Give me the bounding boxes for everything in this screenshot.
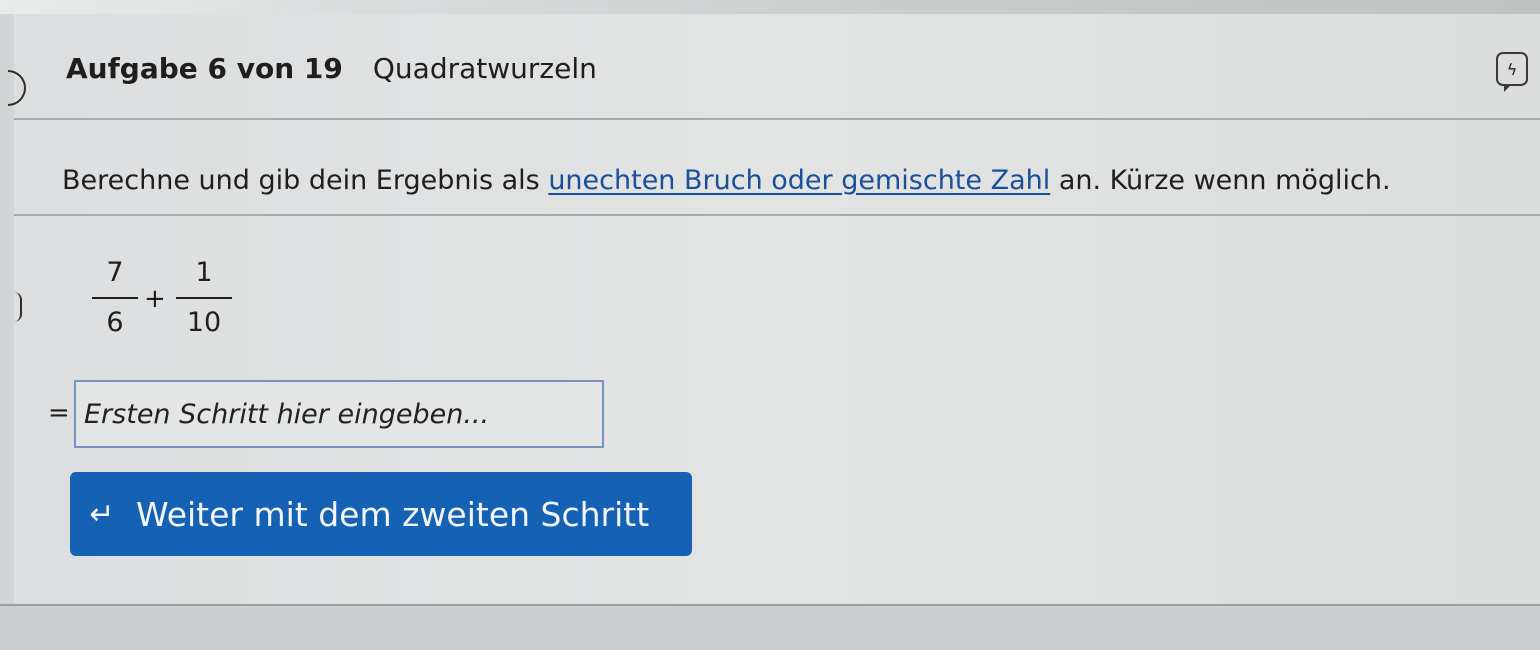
instruction-bar: Berechne und gib dein Ergebnis als unech…	[14, 120, 1540, 322]
exercise-header: Aufgabe 6 von 19 Quadratwurzeln ϟ	[8, 14, 1540, 120]
fraction-2-numerator: 1	[195, 257, 213, 288]
fraction-help-link[interactable]: unechten Bruch oder gemischte Zahl	[548, 165, 1050, 196]
fraction-1-numerator: 7	[106, 257, 124, 288]
bolt-glyph: ϟ	[1506, 59, 1518, 79]
header-title: Aufgabe 6 von 19 Quadratwurzeln	[66, 52, 597, 86]
task-counter: Aufgabe 6 von 19	[66, 52, 343, 85]
bottom-edge-strip	[0, 606, 1540, 650]
exercise-panel: Aufgabe 6 von 19 Quadratwurzeln ϟ Berechn…	[8, 14, 1540, 624]
fraction-1-denominator: 6	[106, 307, 124, 338]
fraction-1-bar	[92, 297, 138, 299]
task-area: 7 6 + 1 10 = ↵ Weiter mit dem zweiten Sc…	[14, 216, 1540, 616]
fraction-2-bar	[176, 297, 232, 299]
equals-sign: =	[48, 398, 70, 428]
lightning-bolt-icon[interactable]: ϟ	[1496, 52, 1528, 92]
collapse-handle-icon[interactable]	[8, 70, 26, 106]
next-step-button[interactable]: ↵ Weiter mit dem zweiten Schritt	[70, 472, 692, 556]
topic-title: Quadratwurzeln	[372, 52, 597, 85]
fraction-2-denominator: 10	[186, 307, 222, 338]
instruction-text: Berechne und gib dein Ergebnis als unech…	[62, 164, 1391, 198]
top-edge-strip	[0, 0, 1540, 14]
fraction-1: 7 6	[92, 256, 138, 340]
next-step-label: Weiter mit dem zweiten Schritt	[136, 494, 650, 534]
return-arrow-icon: ↵	[89, 496, 115, 532]
plus-operator: +	[144, 284, 166, 314]
instruction-before: Berechne und gib dein Ergebnis als	[62, 165, 549, 196]
instruction-after: an. Kürze wenn möglich.	[1050, 165, 1391, 196]
answer-input[interactable]	[74, 380, 604, 448]
fraction-2: 1 10	[176, 256, 232, 340]
